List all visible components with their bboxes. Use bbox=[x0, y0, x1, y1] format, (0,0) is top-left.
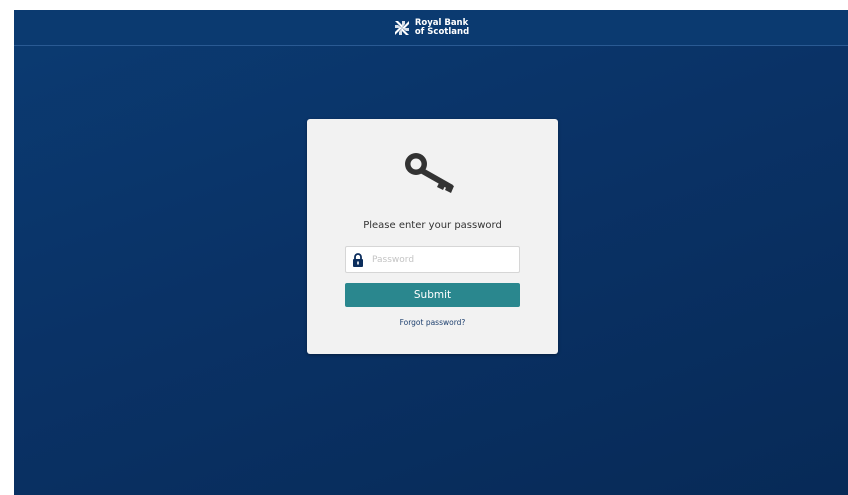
password-field[interactable] bbox=[345, 246, 520, 273]
lock-icon bbox=[353, 252, 363, 267]
key-icon bbox=[405, 153, 454, 193]
top-bar: Royal Bank of Scotland bbox=[14, 10, 848, 46]
submit-button[interactable]: Submit bbox=[345, 283, 520, 307]
login-card: Please enter your password Submit Forgot… bbox=[307, 119, 558, 354]
rbs-daisy-icon bbox=[394, 20, 409, 35]
brand-name: Royal Bank of Scotland bbox=[414, 17, 470, 37]
forgot-password-link[interactable]: Forgot password? bbox=[307, 318, 558, 327]
login-screen: Royal Bank of Scotland Please enter your… bbox=[14, 10, 848, 495]
password-input[interactable] bbox=[372, 249, 512, 270]
password-prompt: Please enter your password bbox=[363, 220, 502, 231]
brand-logo: Royal Bank of Scotland bbox=[393, 17, 470, 37]
